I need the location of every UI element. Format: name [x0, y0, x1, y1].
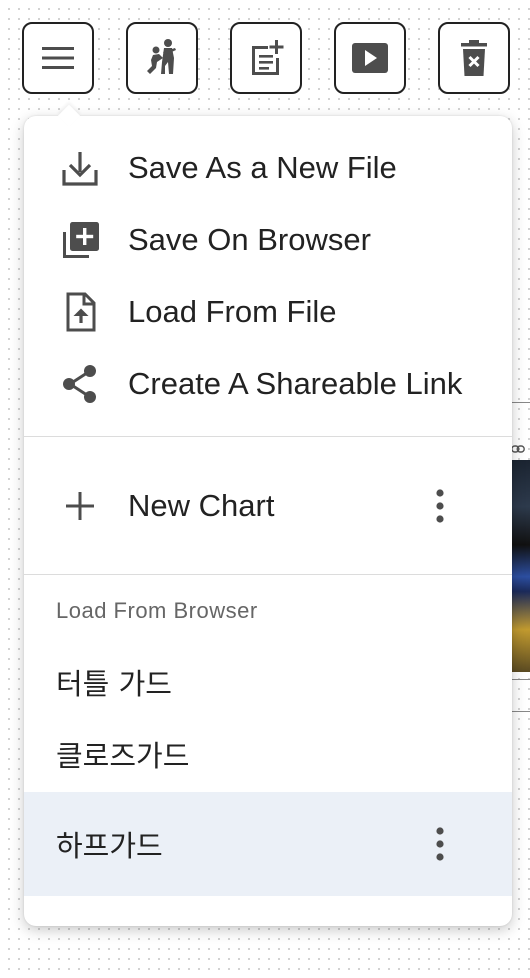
library-add-icon	[56, 216, 104, 264]
menu-button[interactable]	[22, 22, 94, 94]
create-shareable-link-item[interactable]: Create A Shareable Link	[24, 348, 512, 420]
share-icon	[56, 360, 104, 408]
play-icon	[352, 43, 388, 73]
menu-item-label: Save On Browser	[128, 222, 371, 257]
menu-item-label: New Chart	[128, 488, 275, 523]
saved-chart-label: 클로즈가드	[56, 739, 190, 773]
hamburger-icon	[42, 47, 74, 69]
link-icon	[511, 445, 525, 453]
menu-item-label: Load From File	[128, 294, 337, 329]
saved-chart-label: 터틀 가드	[56, 667, 172, 701]
section-title: Load From Browser	[56, 598, 258, 623]
note-add-icon	[252, 40, 284, 75]
menu-divider	[24, 436, 512, 437]
new-note-button[interactable]	[230, 22, 302, 94]
more-options-icon[interactable]	[428, 824, 452, 864]
tactics-button[interactable]	[126, 22, 198, 94]
menu-caret	[57, 104, 81, 128]
plus-icon	[56, 482, 104, 530]
more-options-icon[interactable]	[428, 486, 452, 526]
menu-divider	[24, 574, 512, 575]
delete-button[interactable]	[438, 22, 510, 94]
save-as-new-file-item[interactable]: Save As a New File	[24, 132, 512, 204]
file-upload-icon	[56, 288, 104, 336]
save-on-browser-item[interactable]: Save On Browser	[24, 204, 512, 276]
menu-item-label: Save As a New File	[128, 150, 397, 185]
menu-item-label: Create A Shareable Link	[128, 366, 463, 401]
trash-icon	[461, 40, 487, 76]
main-menu-dropdown: Save As a New File Save On Browser Load …	[24, 104, 512, 926]
saved-chart-item[interactable]: 터틀 가드	[24, 646, 512, 718]
play-button[interactable]	[334, 22, 406, 94]
saved-chart-item-selected[interactable]: 하프가드	[24, 792, 512, 896]
download-icon	[56, 144, 104, 192]
load-from-file-item[interactable]: Load From File	[24, 276, 512, 348]
saved-chart-item[interactable]: 클로즈가드	[24, 718, 512, 790]
saved-chart-label: 하프가드	[56, 829, 163, 863]
toolbar	[22, 22, 522, 94]
players-icon	[147, 39, 176, 74]
new-chart-item[interactable]: New Chart	[24, 470, 512, 542]
